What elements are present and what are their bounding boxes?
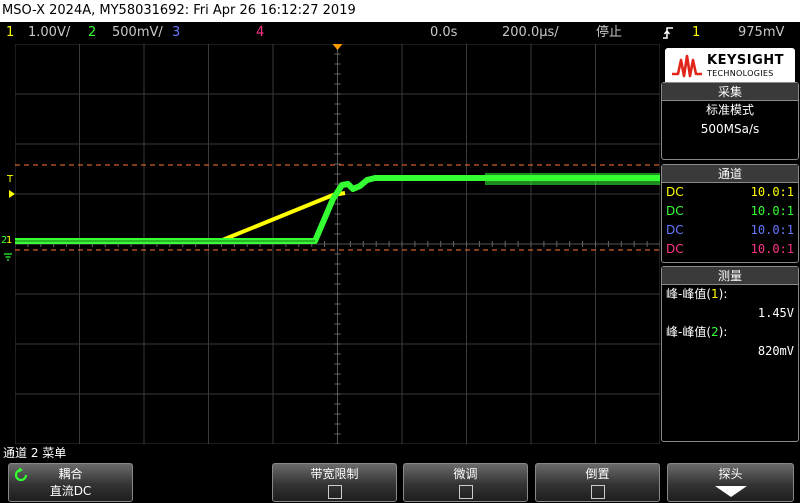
invert-checkbox[interactable] (590, 485, 605, 499)
ch1-probe-ratio: 10.0:1 (750, 185, 794, 199)
bw-limit-softkey[interactable]: 带宽限制 (272, 463, 397, 502)
menu-title: 通道 2 菜单 (3, 446, 67, 460)
measurement-1-label: 峰-峰值(1): (666, 287, 728, 301)
trigger-source[interactable]: 1 (692, 22, 700, 44)
channels-box[interactable]: 通道 DC 10.0:1 DC 10.0:1 DC 10.0:1 DC 10.0… (661, 164, 799, 263)
ch4-probe-ratio: 10.0:1 (750, 242, 794, 256)
sample-rate: 500MSa/s (700, 122, 760, 136)
keysight-wave-icon (672, 54, 702, 78)
invert-softkey[interactable]: 倒置 (535, 463, 660, 502)
bw-limit-checkbox[interactable] (327, 485, 342, 499)
ch2-number[interactable]: 2 (88, 22, 96, 44)
run-state[interactable]: 停止 (596, 22, 622, 44)
fine-softkey[interactable]: 微调 (403, 463, 528, 502)
measurements-box[interactable]: 测量 峰-峰值(1): 1.45V 峰-峰值(2): 820mV (661, 266, 799, 442)
bw-limit-label: 带宽限制 (310, 467, 359, 481)
keysight-logo: KEYSIGHT TECHNOLOGIES (665, 48, 795, 86)
ch3-probe-ratio: 10.0:1 (750, 223, 794, 237)
invert-label: 倒置 (585, 467, 610, 481)
window-title: MSO-X 2024A, MY58031692: Fri Apr 26 16:1… (0, 0, 800, 22)
channel-row-2: DC 10.0:1 (662, 202, 798, 221)
horizontal-delay[interactable]: 0.0s (430, 22, 457, 44)
measurement-2-value: 820mV (757, 344, 794, 358)
ch1-trace (15, 191, 346, 243)
channel-row-4: DC 10.0:1 (662, 240, 798, 259)
ch1-coupling: DC (666, 185, 684, 199)
timebase-scale[interactable]: 200.0μs/ (502, 22, 559, 44)
ch2-scale[interactable]: 500mV/ (112, 22, 163, 44)
trigger-level-marker[interactable]: T (7, 174, 13, 185)
acquire-header: 采集 (662, 83, 798, 101)
rotate-knob-icon (13, 467, 29, 486)
ch2-coupling: DC (666, 204, 684, 218)
probe-label: 探头 (718, 467, 743, 481)
ch1-ground-marker[interactable]: 1 (6, 235, 12, 246)
status-bar: 1 1.00V/ 2 500mV/ 3 4 0.0s 200.0μs/ 停止 1… (0, 22, 800, 44)
fine-label: 微调 (453, 467, 478, 481)
ch1-scale[interactable]: 1.00V/ (28, 22, 70, 44)
channel-row-3: DC 10.0:1 (662, 221, 798, 240)
fine-checkbox[interactable] (458, 485, 473, 499)
graticule (15, 44, 660, 444)
submenu-arrow-icon (714, 486, 747, 497)
measurement-1-value: 1.45V (757, 306, 794, 320)
ch4-number[interactable]: 4 (256, 22, 264, 44)
trigger-level[interactable]: 975mV (738, 22, 784, 44)
coupling-softkey[interactable]: 耦合 直流DC (8, 463, 133, 502)
ch2-noise-band (485, 173, 660, 185)
brand-name: KEYSIGHT (707, 53, 784, 68)
probe-softkey[interactable]: 探头 (667, 463, 794, 502)
ch4-coupling: DC (666, 242, 684, 256)
brand-sub: TECHNOLOGIES (707, 69, 774, 78)
ch3-number[interactable]: 3 (172, 22, 180, 44)
ch3-coupling: DC (666, 223, 684, 237)
acquire-mode: 标准模式 (705, 103, 754, 117)
acquire-box[interactable]: 采集 标准模式 500MSa/s (661, 82, 799, 160)
waveform-display[interactable] (15, 44, 660, 444)
measurement-2-label: 峰-峰值(2): (666, 325, 728, 339)
info-panel: KEYSIGHT TECHNOLOGIES 采集 标准模式 500MSa/s 通… (660, 44, 800, 444)
ground-icon (3, 246, 13, 265)
ch1-number[interactable]: 1 (6, 22, 14, 44)
trigger-position-marker (332, 44, 343, 50)
measurements-header: 测量 (662, 267, 798, 285)
channel-row-1: DC 10.0:1 (662, 183, 798, 202)
ch2-probe-ratio: 10.0:1 (750, 204, 794, 218)
channels-header: 通道 (662, 165, 798, 183)
